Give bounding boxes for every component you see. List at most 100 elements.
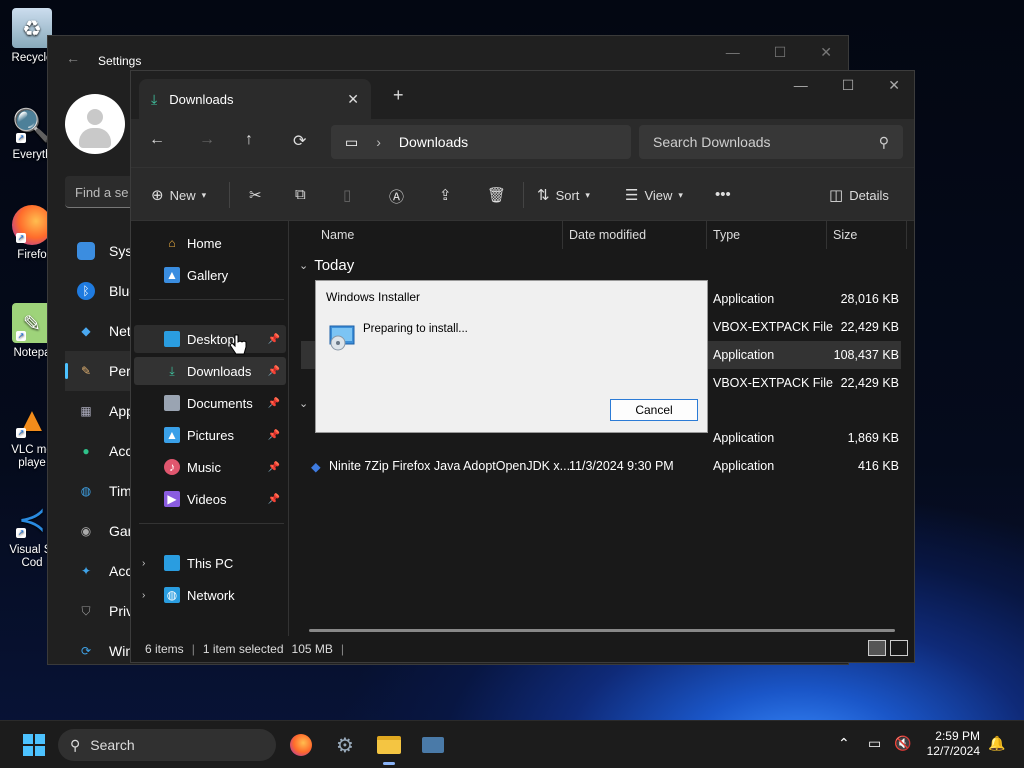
nav-item-this-pc[interactable]: › This PC: [134, 549, 286, 577]
row-type: Application: [713, 459, 775, 473]
minimize-icon[interactable]: —: [726, 44, 740, 61]
nav-item-network[interactable]: › ◍ Network: [134, 581, 286, 609]
delete-button[interactable]: 🗑: [487, 186, 506, 204]
close-tab-icon[interactable]: ✕: [347, 91, 359, 108]
new-tab-button[interactable]: +: [393, 85, 404, 106]
refresh-button[interactable]: ⟳: [293, 131, 306, 151]
settings-nav-accounts[interactable]: ● Acc: [65, 431, 135, 471]
copy-button[interactable]: ⧉: [295, 186, 306, 203]
settings-window-controls: — ☐ ✕: [726, 44, 832, 61]
nav-item-gallery[interactable]: ▲ Gallery: [134, 261, 286, 289]
start-button[interactable]: [20, 731, 48, 759]
settings-nav-network[interactable]: ◆ Net: [65, 311, 135, 351]
column-header-date-modified[interactable]: Date modified: [563, 221, 707, 249]
nav-item-home[interactable]: ⌂ Home: [134, 229, 286, 257]
maximize-icon[interactable]: ☐: [774, 44, 787, 61]
taskbar-installer[interactable]: [419, 731, 447, 759]
group-label: Today: [314, 257, 355, 274]
column-header-name[interactable]: Name: [315, 221, 563, 249]
paste-button[interactable]: ▯: [343, 186, 351, 204]
nav-divider: [139, 299, 284, 300]
videos-icon: ▶: [164, 491, 180, 507]
maximize-icon[interactable]: ☐: [842, 77, 855, 94]
mouse-cursor-hand-icon: [229, 334, 247, 355]
nav-item-desktop[interactable]: Desktop 📌: [134, 325, 286, 353]
ninite-icon: ◆: [311, 460, 321, 474]
group-header-today[interactable]: ⌄ Today: [299, 257, 354, 274]
details-button[interactable]: ◫ Details: [829, 186, 889, 204]
cancel-button[interactable]: Cancel: [610, 399, 698, 421]
nav-item-downloads[interactable]: ⤓ Downloads 📌: [134, 357, 286, 385]
settings-nav-windows-update[interactable]: ⟳ Win: [65, 631, 135, 671]
desktop-icon: [164, 331, 180, 347]
accessibility-icon: ✦: [80, 564, 92, 578]
nav-divider: [139, 523, 284, 524]
chevron-right-icon[interactable]: ›: [142, 558, 145, 569]
row-type: Application: [713, 431, 775, 445]
tab-downloads[interactable]: ⤓ Downloads ✕: [139, 79, 371, 119]
chevron-up-icon[interactable]: ⌃: [838, 735, 850, 752]
taskbar-settings[interactable]: ⚙: [331, 731, 359, 759]
row-size: 108,437 KB: [833, 348, 899, 362]
settings-nav-personalization[interactable]: ✎ Pers: [65, 351, 138, 391]
new-button[interactable]: ⊕ New ▾: [151, 186, 206, 204]
volume-muted-icon[interactable]: 🔇: [894, 735, 911, 752]
settings-nav-gaming[interactable]: ◉ Gar: [65, 511, 135, 551]
nav-item-label: Videos: [187, 491, 227, 507]
taskbar-search[interactable]: ⚲ Search: [58, 729, 276, 761]
pin-icon[interactable]: 📌: [268, 366, 280, 377]
nav-item-pictures[interactable]: ▲ Pictures 📌: [134, 421, 286, 449]
details-view-button[interactable]: [868, 640, 886, 656]
pin-icon[interactable]: 📌: [268, 462, 280, 473]
copy-icon: ⧉: [295, 186, 306, 203]
share-icon: ⇪: [439, 187, 452, 204]
pin-icon[interactable]: 📌: [268, 430, 280, 441]
shortcut-arrow-icon: ↗: [16, 233, 26, 243]
clock[interactable]: 2:59 PM 12/7/2024: [927, 729, 980, 759]
up-button[interactable]: ↑: [245, 131, 253, 149]
taskbar-file-explorer[interactable]: [375, 731, 403, 765]
gear-icon: ⚙: [336, 734, 354, 757]
nav-item-documents[interactable]: Documents 📌: [134, 389, 286, 417]
nav-item-videos[interactable]: ▶ Videos 📌: [134, 485, 286, 513]
avatar[interactable]: [65, 94, 125, 154]
minimize-icon[interactable]: —: [794, 77, 808, 94]
address-bar[interactable]: ▭ › Downloads: [331, 125, 631, 159]
more-options-button[interactable]: •••: [715, 186, 731, 203]
bluetooth-icon: ᛒ: [77, 282, 95, 300]
back-arrow-icon[interactable]: ←: [66, 50, 80, 66]
search-input[interactable]: Search Downloads ⚲: [639, 125, 903, 159]
table-row[interactable]: ◆ Ninite 7Zip Firefox Java AdoptOpenJDK …: [301, 452, 901, 480]
column-header-type[interactable]: Type: [707, 221, 827, 249]
column-header-size[interactable]: Size: [827, 221, 907, 249]
settings-nav-system[interactable]: Syst: [65, 231, 136, 271]
network-tray-icon[interactable]: ▭: [868, 735, 881, 752]
taskbar-firefox[interactable]: [287, 731, 315, 759]
nav-item-music[interactable]: ♪ Music 📌: [134, 453, 286, 481]
horizontal-scrollbar[interactable]: [309, 629, 895, 632]
status-selected: 1 item selected: [202, 642, 284, 656]
pin-icon[interactable]: 📌: [268, 398, 280, 409]
recycle-bin-icon: ♻: [12, 8, 52, 48]
share-button[interactable]: ⇪: [439, 186, 452, 204]
settings-nav-apps[interactable]: ▦ App: [65, 391, 135, 431]
notification-bell-icon[interactable]: 🔔: [988, 735, 1005, 752]
pin-icon[interactable]: 📌: [268, 334, 280, 345]
rename-button[interactable]: Ⓐ: [389, 186, 404, 207]
close-icon[interactable]: ✕: [888, 77, 900, 94]
settings-nav-accessibility[interactable]: ✦ Acc: [65, 551, 135, 591]
clock-date: 12/7/2024: [926, 744, 980, 758]
view-button[interactable]: ☰ View ▾: [625, 186, 683, 204]
sort-button[interactable]: ⇅ Sort ▾: [537, 186, 590, 204]
cut-button[interactable]: ✂: [249, 186, 262, 204]
breadcrumb[interactable]: Downloads: [399, 134, 468, 150]
settings-nav-privacy[interactable]: ⛉ Priv: [65, 591, 135, 631]
pin-icon[interactable]: 📌: [268, 494, 280, 505]
tiles-view-button[interactable]: [890, 640, 908, 656]
forward-button[interactable]: →: [199, 131, 215, 149]
close-icon[interactable]: ✕: [820, 44, 832, 61]
chevron-right-icon[interactable]: ›: [142, 590, 145, 601]
back-button[interactable]: ←: [149, 131, 165, 149]
settings-nav-time[interactable]: ◍ Tim: [65, 471, 135, 511]
settings-nav-bluetooth[interactable]: ᛒ Blue: [65, 271, 137, 311]
